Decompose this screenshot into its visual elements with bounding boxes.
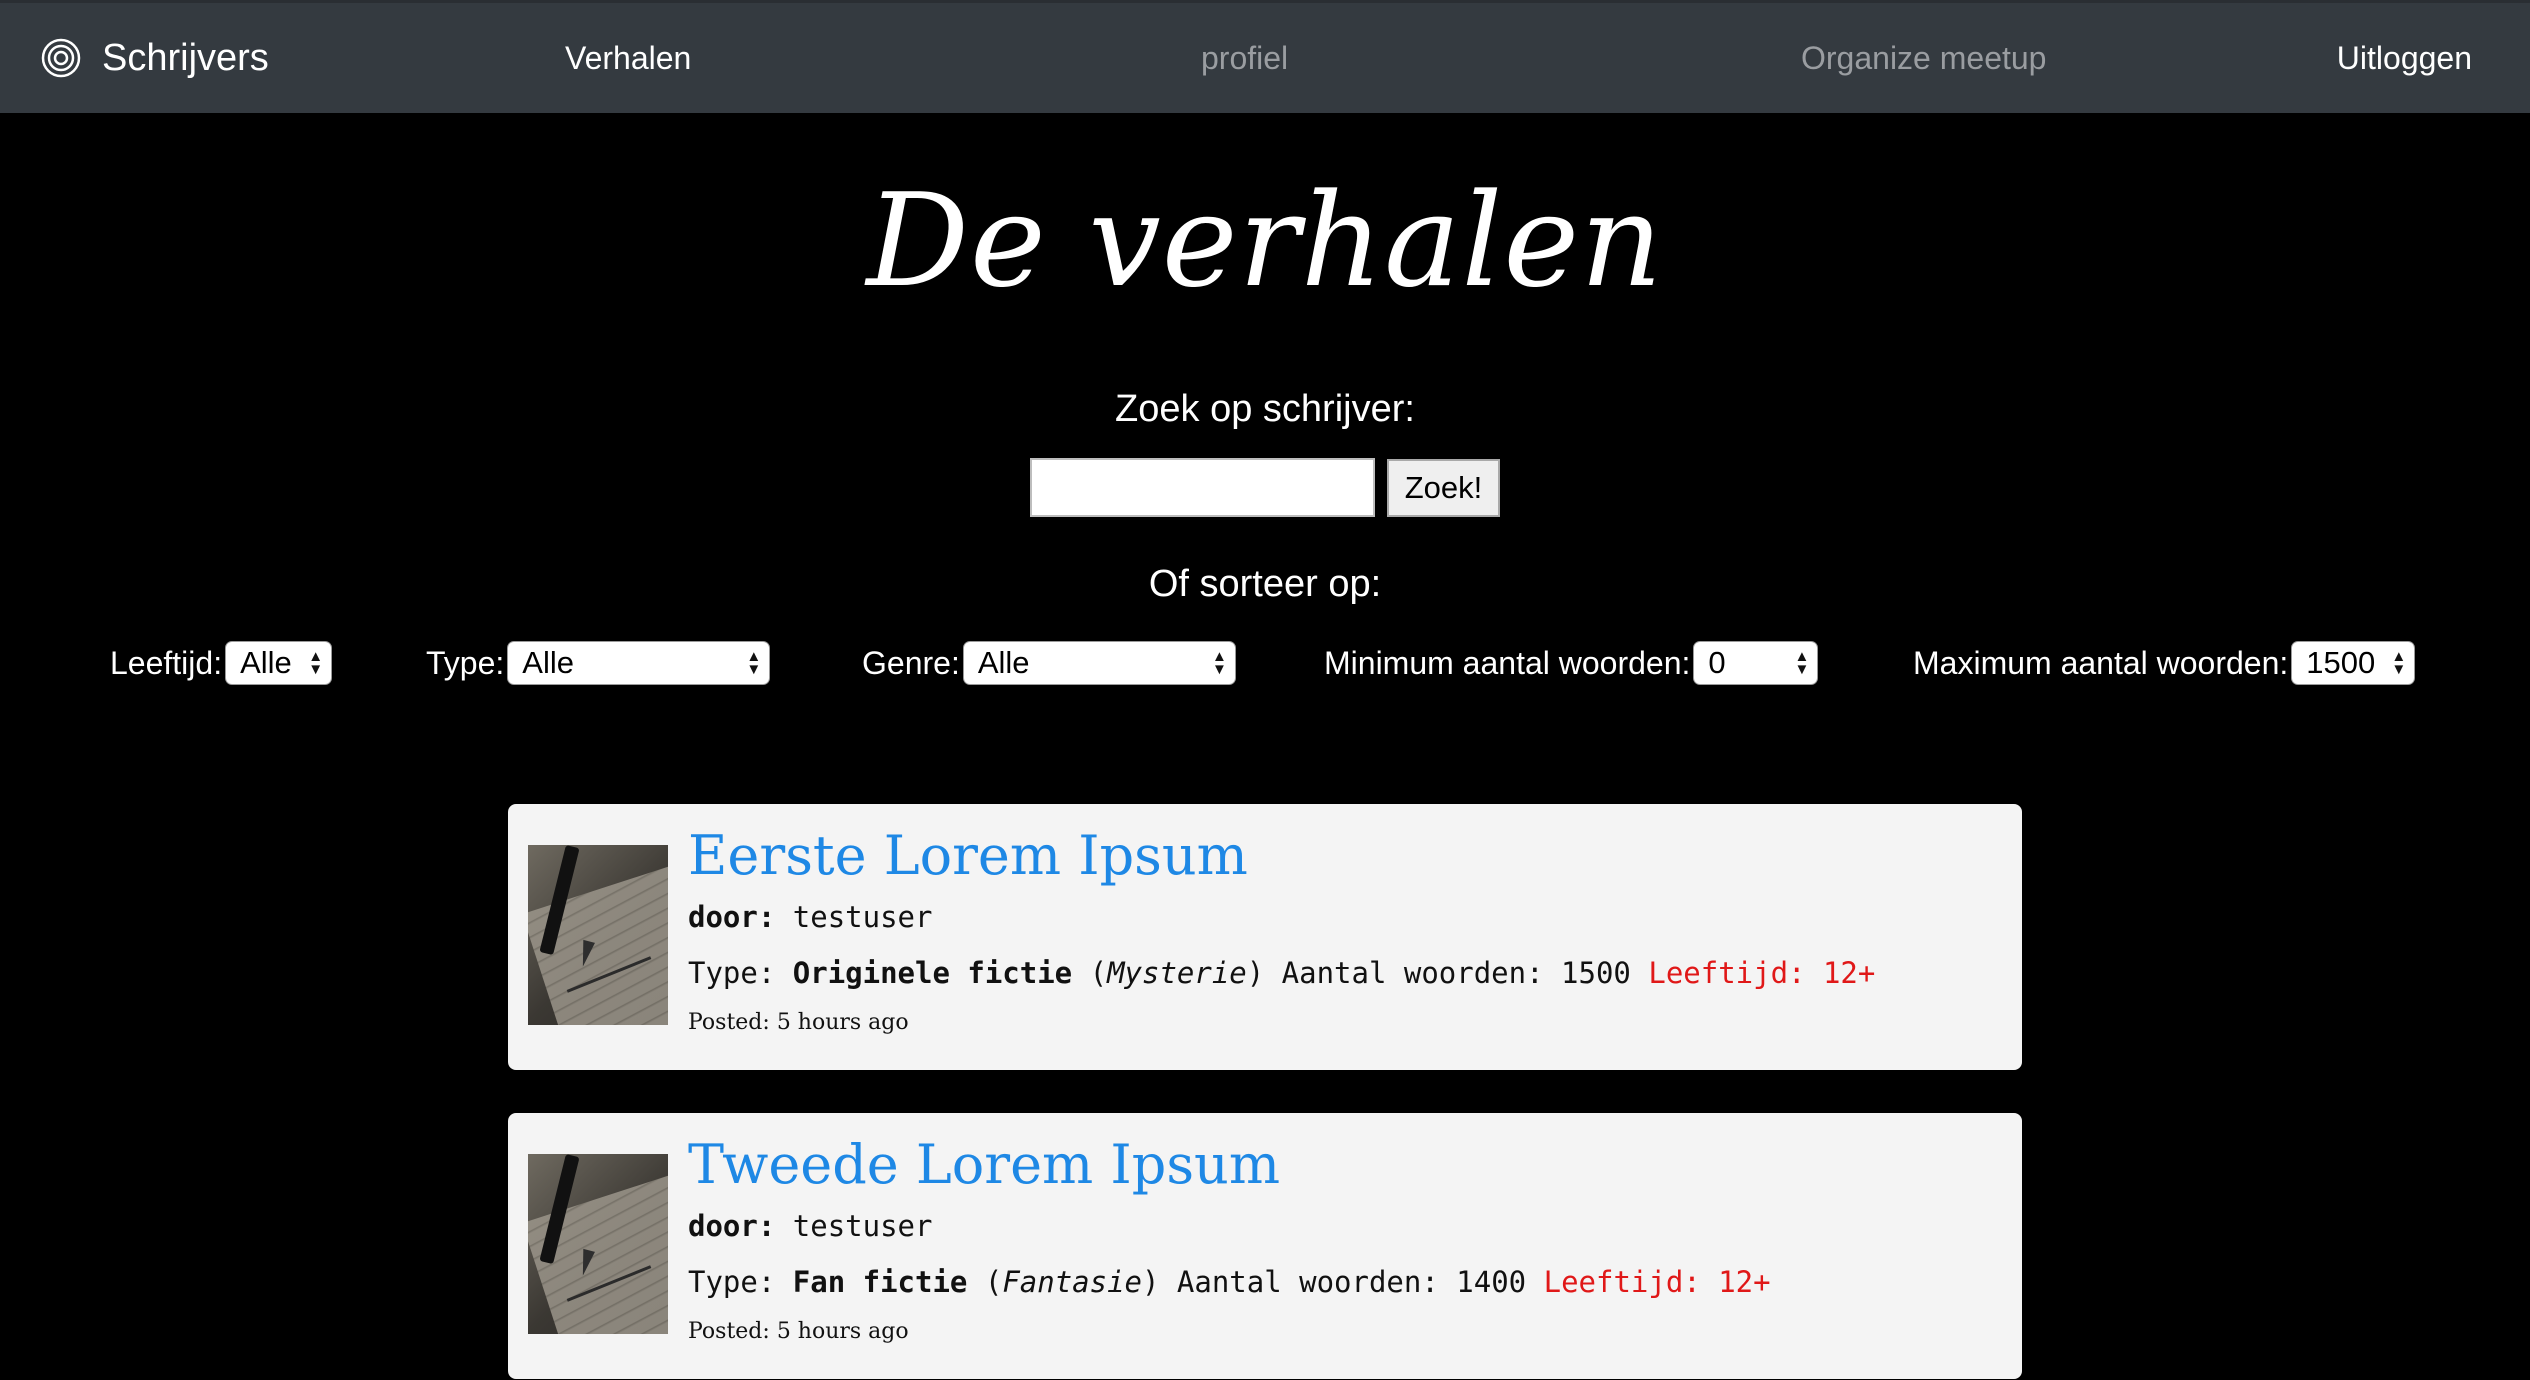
filter-max-words-label: Maximum aantal woorden: [1913, 644, 2289, 681]
age-select-value: Alle [240, 645, 292, 680]
story-genre: Fantasie [1002, 1265, 1142, 1299]
nav-link-profiel[interactable]: profiel [1201, 3, 1288, 113]
navbar: Schrijvers Verhalen profiel Organize mee… [0, 0, 2530, 113]
story-age: 12+ [1822, 956, 1876, 990]
nav-link-verhalen[interactable]: Verhalen [565, 3, 691, 113]
story-thumbnail [528, 1154, 668, 1334]
filter-type: Type: Alle ▲ ▼ [426, 640, 771, 686]
story-age-label: Leeftijd: [1648, 956, 1806, 990]
filter-max-words: Maximum aantal woorden: 1500 ▲ ▼ [1913, 640, 2416, 686]
story-posted: Posted: 5 hours ago [688, 1010, 909, 1035]
story-genre: Mysterie [1107, 956, 1247, 990]
target-icon [41, 38, 81, 78]
story-age-label: Leeftijd: [1543, 1265, 1701, 1299]
min-words-select[interactable]: 0 ▲ ▼ [1693, 641, 1819, 685]
select-arrows-icon: ▲ ▼ [1794, 648, 1810, 678]
filter-genre-label: Genre: [862, 644, 960, 681]
search-label: Zoek op schrijver: [1115, 388, 1415, 430]
age-select[interactable]: Alle ▲ ▼ [225, 641, 333, 685]
nav-link-organize-meetup[interactable]: Organize meetup [1801, 3, 2046, 113]
select-arrows-icon: ▲ ▼ [308, 648, 324, 678]
page-title: De verhalen [866, 167, 1664, 316]
min-words-select-value: 0 [1708, 645, 1726, 680]
filter-min-words: Minimum aantal woorden: 0 ▲ ▼ [1324, 640, 1819, 686]
story-age: 12+ [1718, 1265, 1771, 1299]
select-arrows-icon: ▲ ▼ [1211, 648, 1227, 678]
story-meta: Type: Fan fictie (Fantasie) Aantal woord… [688, 1265, 1771, 1299]
author-search-input[interactable] [1030, 458, 1375, 517]
brand-link[interactable]: Schrijvers [40, 3, 269, 113]
genre-select[interactable]: Alle ▲ ▼ [962, 641, 1236, 685]
logout-link[interactable]: Uitloggen [2337, 3, 2472, 113]
story-title-link[interactable]: Tweede Lorem Ipsum [688, 1133, 1280, 1198]
story-author: door: testuser [688, 900, 933, 934]
story-title-link[interactable]: Eerste Lorem Ipsum [688, 824, 1248, 889]
story-word-count: 1400 [1456, 1265, 1527, 1299]
type-select[interactable]: Alle ▲ ▼ [507, 641, 771, 685]
filter-genre: Genre: Alle ▲ ▼ [862, 640, 1236, 686]
sort-label: Of sorteer op: [1148, 563, 1382, 605]
story-type: Fan fictie [792, 1265, 968, 1299]
max-words-select-value: 1500 [2306, 645, 2376, 680]
story-meta: Type: Originele fictie (Mysterie) Aantal… [688, 956, 1876, 990]
filter-age: Leeftijd: Alle ▲ ▼ [110, 640, 333, 686]
filter-type-label: Type: [426, 644, 505, 681]
story-card: Eerste Lorem Ipsum door: testuser Type: … [508, 804, 2022, 1070]
select-arrows-icon: ▲ ▼ [746, 648, 762, 678]
story-author: door: testuser [688, 1209, 933, 1243]
story-card: Tweede Lorem Ipsum door: testuser Type: … [508, 1113, 2022, 1379]
select-arrows-icon: ▲ ▼ [2391, 648, 2407, 678]
brand-name: Schrijvers [102, 36, 269, 79]
story-type: Originele fictie [792, 956, 1073, 990]
type-select-value: Alle [522, 645, 574, 680]
filter-age-label: Leeftijd: [110, 644, 223, 681]
story-thumbnail [528, 845, 668, 1025]
filter-min-words-label: Minimum aantal woorden: [1324, 644, 1691, 681]
search-button[interactable]: Zoek! [1387, 459, 1500, 517]
max-words-select[interactable]: 1500 ▲ ▼ [2291, 641, 2416, 685]
genre-select-value: Alle [977, 645, 1030, 680]
story-posted: Posted: 5 hours ago [688, 1319, 909, 1344]
story-word-count: 1500 [1561, 956, 1631, 990]
